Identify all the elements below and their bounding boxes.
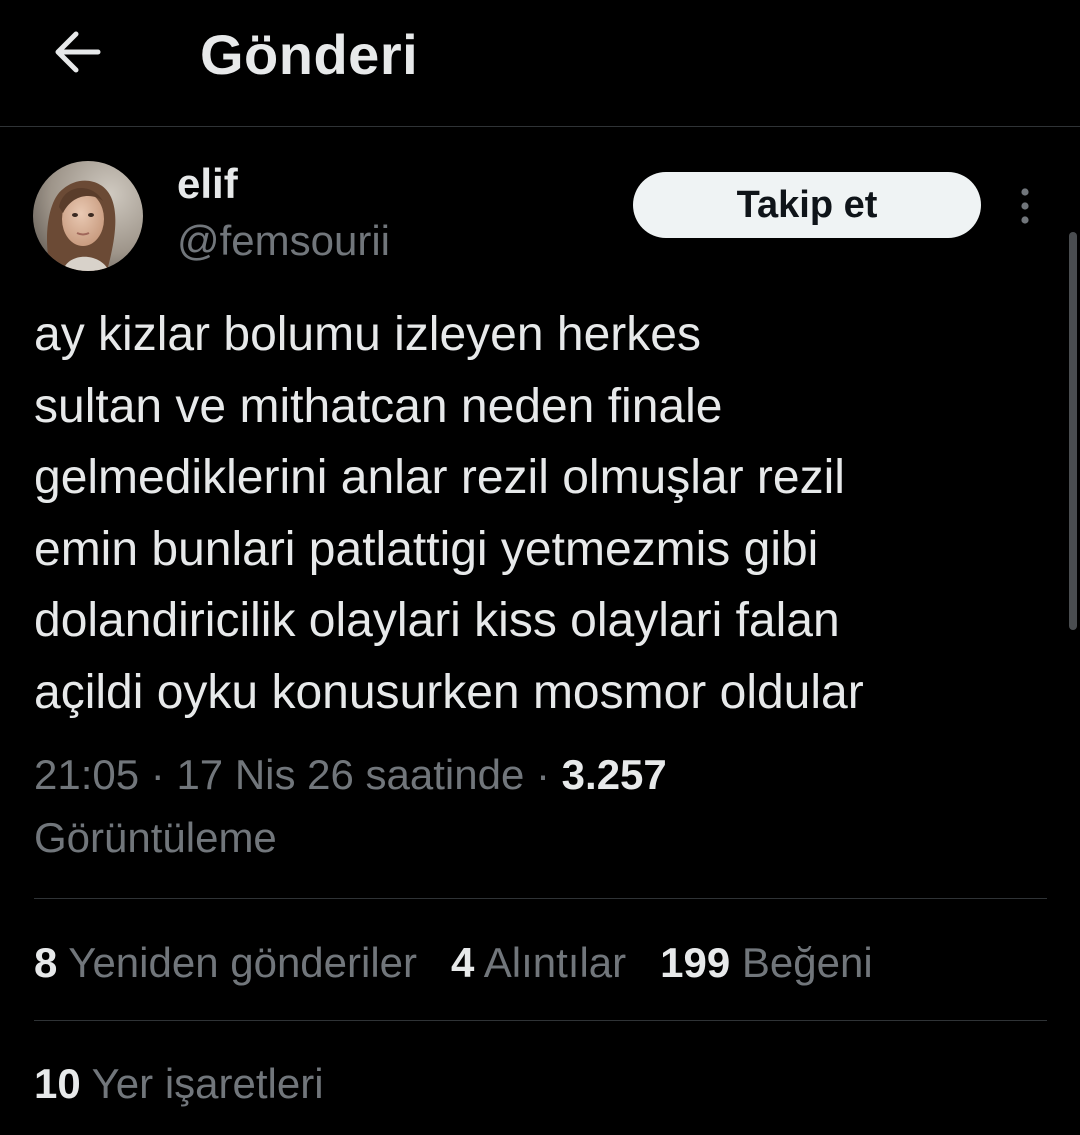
bookmarks-stat-row: 10 Yer işaretleri [34, 1053, 324, 1115]
reposts-label: Yeniden gönderiler [68, 939, 418, 986]
reposts-count: 8 [34, 939, 58, 986]
profile-photo [33, 161, 143, 271]
divider [34, 1020, 1047, 1021]
tweet-text-line: emin bunlari patlattigi yetmezmis gibi [34, 522, 819, 576]
bookmarks-stat[interactable]: 10 Yer işaretleri [34, 1060, 324, 1108]
tweet-text-line: gelmediklerini anlar rezil olmuşlar rezi… [34, 451, 845, 504]
tweet-text-line: sultan ve mithatcan neden finale [34, 379, 723, 433]
tweet-text-line: ay kizlar bolumu izleyen herkes [34, 308, 701, 361]
tweet-text: ay kizlar bolumu izleyen herkes sultan v… [34, 299, 1044, 728]
page-title: Gönderi [200, 23, 419, 86]
avatar[interactable] [33, 161, 143, 271]
bookmarks-count: 10 [34, 1060, 81, 1107]
follow-button[interactable]: Takip et [633, 172, 981, 238]
tweet-text-line: dolandiricilik olaylari kiss olaylari fa… [34, 594, 840, 647]
vertical-ellipsis-icon [1021, 188, 1029, 224]
divider [34, 898, 1047, 899]
arrow-left-icon [55, 31, 101, 73]
quotes-label: Alıntılar [483, 939, 627, 986]
tweet-meta: 21:05 · 17 Nis 26 saatinde · 3.257 Görün… [34, 743, 1044, 869]
tweet-text-line: açildi oyku konusurken mosmor oldular [34, 665, 864, 719]
author-display-name[interactable]: elif [177, 160, 238, 208]
scrollbar[interactable] [1069, 232, 1077, 630]
meta-separator: · [139, 751, 177, 798]
likes-count: 199 [660, 939, 731, 986]
reposts-stat[interactable]: 8 Yeniden gönderiler [34, 939, 417, 987]
meta-separator: · [524, 751, 562, 798]
likes-stat[interactable]: 199 Beğeni [660, 939, 873, 987]
top-bar: Gönderi [0, 0, 1080, 127]
tweet-time[interactable]: 21:05 [34, 751, 139, 798]
tweet-date[interactable]: 17 Nis 26 saatinde [176, 751, 524, 798]
quotes-count: 4 [451, 939, 475, 986]
author-handle[interactable]: @femsourii [177, 217, 390, 265]
likes-label: Beğeni [741, 939, 873, 986]
quotes-stat[interactable]: 4 Alıntılar [451, 939, 626, 987]
more-options-button[interactable] [1006, 184, 1044, 228]
engagement-stats: 8 Yeniden gönderiler 4 Alıntılar 199 Beğ… [34, 932, 873, 994]
bookmarks-label: Yer işaretleri [91, 1060, 324, 1107]
views-count: 3.257 [561, 751, 667, 798]
views-label: Görüntüleme [34, 814, 277, 861]
back-button[interactable] [44, 22, 110, 82]
